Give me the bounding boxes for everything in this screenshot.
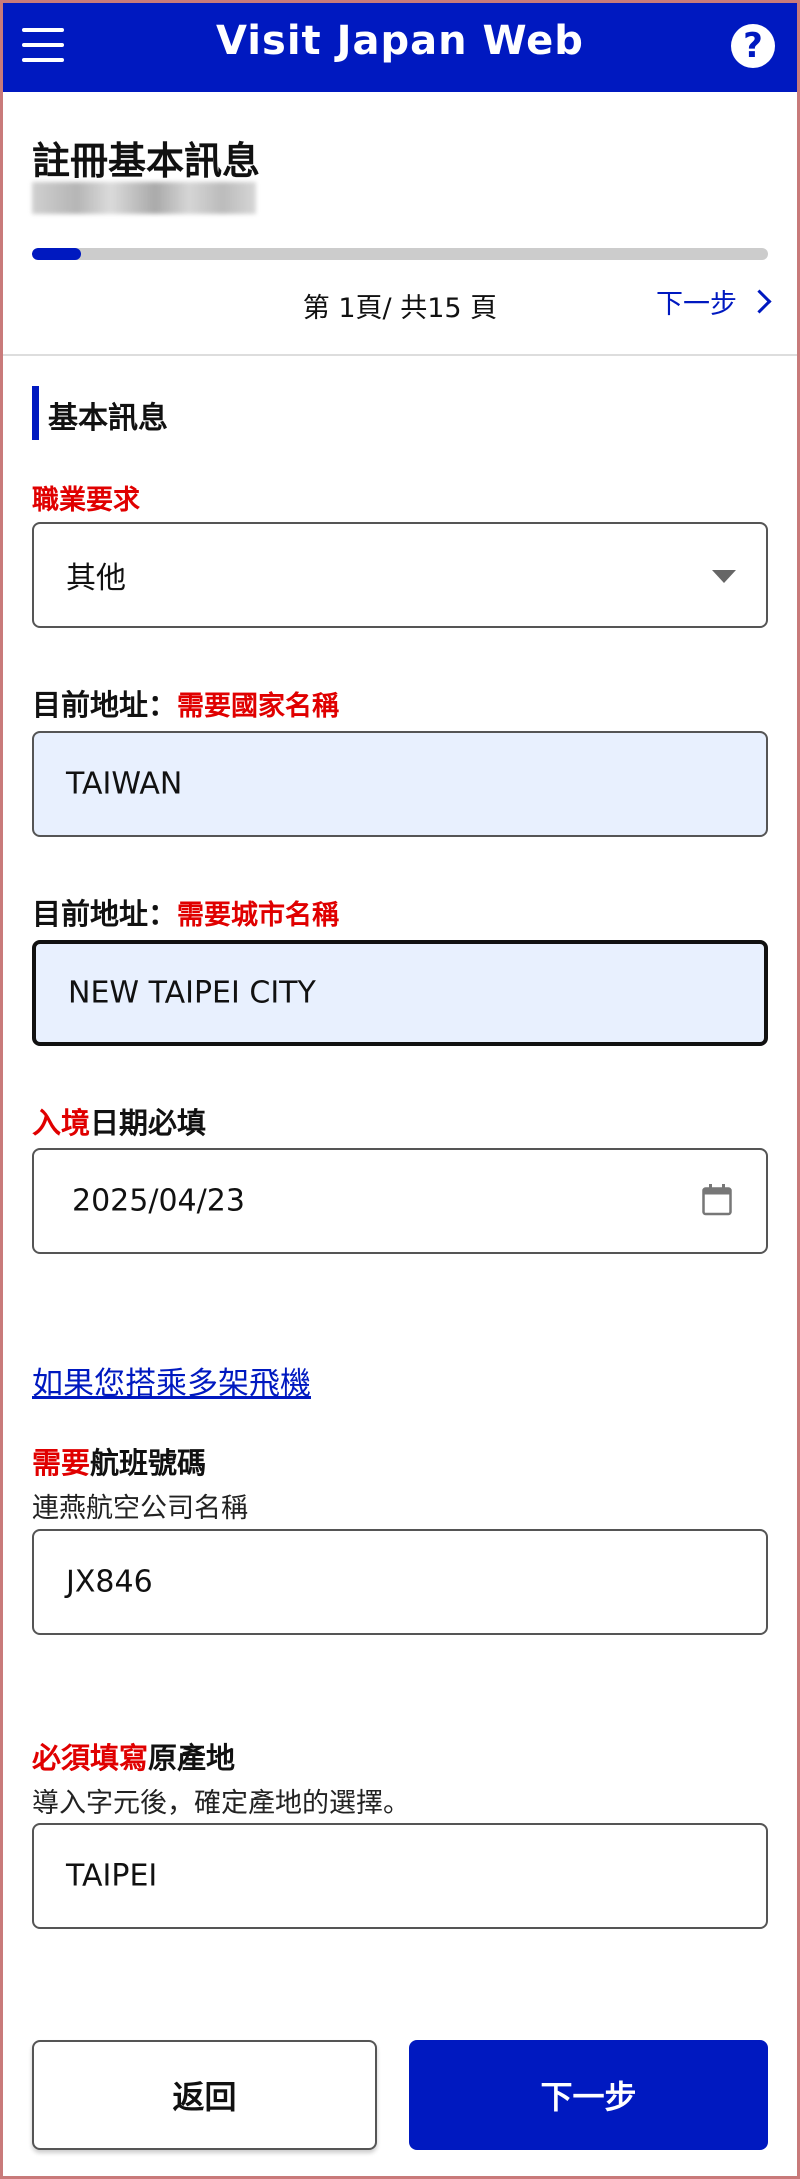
- redacted-user-id: [32, 182, 256, 214]
- city-input[interactable]: NEW TAIPEI CITY: [32, 940, 768, 1046]
- chevron-right-icon: [747, 289, 772, 314]
- country-label: 目前地址：需要國家名稱: [32, 682, 339, 724]
- section-accent-bar: [32, 386, 39, 440]
- entry-date-value: 2025/04/23: [72, 1183, 245, 1219]
- flight-label: 需要航班號碼: [32, 1440, 206, 1482]
- help-icon[interactable]: ?: [731, 24, 775, 68]
- section-title: 基本訊息: [48, 401, 168, 436]
- flight-number-value: JX846: [66, 1564, 153, 1600]
- calendar-icon[interactable]: [702, 1184, 732, 1216]
- country-required-text: 需要國家名稱: [177, 691, 340, 722]
- app-header: Visit Japan Web ?: [0, 0, 800, 92]
- city-required-text: 需要城市名稱: [177, 900, 340, 931]
- country-value: TAIWAN: [66, 766, 183, 802]
- page-title: 註冊基本訊息: [32, 139, 261, 183]
- origin-sublabel: 導入字元後，確定產地的選擇。: [32, 1788, 410, 1819]
- occupation-select[interactable]: 其他: [32, 522, 768, 628]
- flight-number-input[interactable]: JX846: [32, 1529, 768, 1635]
- next-step-link-label: 下一步: [656, 289, 737, 320]
- entry-date-label-text: 日期必填: [90, 1106, 207, 1140]
- progress-bar: [32, 248, 768, 260]
- chevron-down-icon: [712, 570, 736, 583]
- flight-label-text: 航班號碼: [90, 1446, 207, 1480]
- flight-sublabel: 連燕航空公司名稱: [32, 1493, 248, 1524]
- entry-date-input[interactable]: 2025/04/23: [32, 1148, 768, 1254]
- entry-date-label: 入境日期必填: [32, 1100, 206, 1142]
- occupation-label: 職業要求: [32, 485, 140, 516]
- origin-label-text: 原產地: [148, 1741, 236, 1775]
- origin-label: 必須填寫原產地: [32, 1735, 235, 1777]
- progress-fill: [32, 248, 82, 260]
- origin-label-red: 必須填寫: [32, 1741, 149, 1775]
- city-label: 目前地址：需要城市名稱: [32, 891, 339, 933]
- occupation-value: 其他: [66, 561, 126, 596]
- next-button[interactable]: 下一步: [409, 2040, 768, 2150]
- entry-date-label-red: 入境: [32, 1106, 91, 1140]
- origin-input[interactable]: TAIPEI: [32, 1823, 768, 1929]
- divider: [0, 354, 800, 356]
- back-button[interactable]: 返回: [32, 2040, 377, 2150]
- country-input[interactable]: TAIWAN: [32, 731, 768, 837]
- origin-value: TAIPEI: [66, 1858, 158, 1894]
- city-value: NEW TAIPEI CITY: [68, 975, 316, 1011]
- flight-label-red: 需要: [32, 1446, 91, 1480]
- app-title: Visit Japan Web: [216, 18, 584, 64]
- multiple-flights-link[interactable]: 如果您搭乘多架飛機: [32, 1358, 311, 1403]
- next-step-link[interactable]: 下一步: [656, 282, 772, 321]
- city-label-text: 目前地址：: [32, 897, 178, 931]
- country-label-text: 目前地址：: [32, 688, 178, 722]
